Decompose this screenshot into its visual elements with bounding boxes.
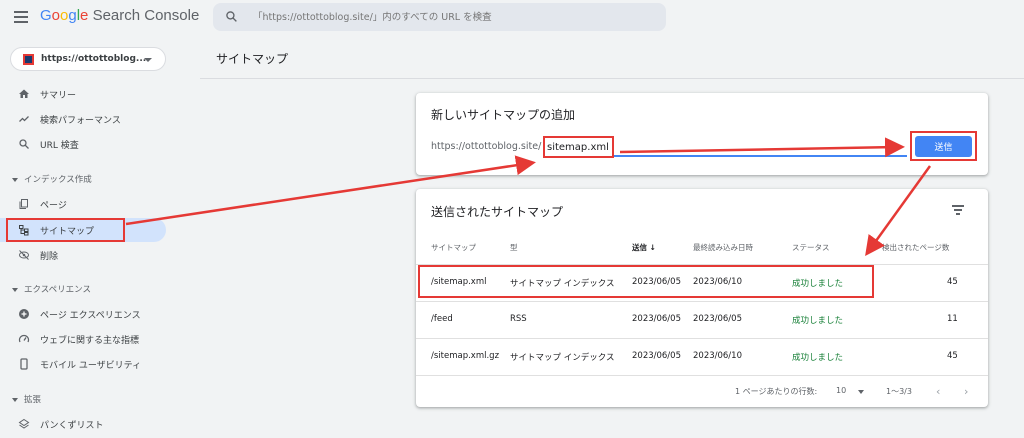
chevron-down-icon <box>858 390 864 394</box>
column-header-label: 送信 <box>632 243 647 252</box>
cell-submitted: 2023/06/05 <box>632 351 681 361</box>
sidebar-item-label: 削除 <box>40 252 59 262</box>
home-icon <box>19 89 29 98</box>
search-icon <box>19 139 29 149</box>
table-row[interactable]: /feed RSS 2023/06/05 2023/06/05 成功しました 1… <box>416 301 988 338</box>
rows-per-page-label: 1 ページあたりの行数: <box>735 387 818 396</box>
cell-pages: 45 <box>947 351 958 361</box>
arrow-down-icon: ↓ <box>649 243 656 252</box>
sidebar-item-pages[interactable]: ページ <box>0 192 166 216</box>
table-pagination: 1 ページあたりの行数: 10 1～3/3 ‹ › <box>416 375 988 403</box>
sidebar-item-performance[interactable]: 検索パフォーマンス <box>0 107 166 131</box>
cell-sitemap: /sitemap.xml.gz <box>431 351 500 361</box>
section-label: 拡張 <box>24 395 42 405</box>
sidebar-item-core-web-vitals[interactable]: ウェブに関する主な指標 <box>0 327 166 351</box>
cell-pages: 11 <box>947 314 958 324</box>
sidebar-item-label: サマリー <box>40 91 77 101</box>
search-input[interactable] <box>253 7 653 27</box>
add-sitemap-card: 新しいサイトマップの追加 https://ottottoblog.site/ 送… <box>416 93 988 175</box>
column-header-last-read[interactable]: 最終読み込み日時 <box>693 242 753 253</box>
column-header-submitted[interactable]: 送信 ↓ <box>632 242 656 253</box>
sidebar-item-breadcrumbs[interactable]: パンくずリスト <box>0 412 166 436</box>
property-url: https://ottottoblog.... <box>41 54 150 64</box>
sidebar-item-page-experience[interactable]: ページ エクスペリエンス <box>0 302 166 326</box>
rows-per-page-select[interactable]: 10 <box>836 386 846 395</box>
sidebar-item-label: ページ エクスペリエンス <box>40 311 141 321</box>
sidebar-item-removals[interactable]: 削除 <box>0 243 166 267</box>
page-range: 1～3/3 <box>886 387 912 396</box>
next-page-icon[interactable]: › <box>964 385 968 398</box>
top-bar: Google Search Console <box>0 0 1024 34</box>
sidebar-item-mobile-usability[interactable]: モバイル ユーザビリティ <box>0 352 166 376</box>
cell-type: RSS <box>510 314 527 324</box>
property-selector[interactable]: https://ottottoblog.... <box>10 47 166 71</box>
app-name: Search Console <box>92 7 200 24</box>
cell-submitted: 2023/06/05 <box>632 314 681 324</box>
column-header-status[interactable]: ステータス <box>792 242 830 253</box>
speed-icon <box>18 334 30 343</box>
chevron-down-icon <box>12 177 18 182</box>
add-circle-icon <box>19 309 29 319</box>
page-title: サイトマップ <box>216 52 289 66</box>
sidebar-item-label: パンくずリスト <box>40 421 104 431</box>
mobile-icon <box>20 358 28 370</box>
chevron-down-icon <box>144 58 152 62</box>
cell-status: 成功しました <box>792 353 844 363</box>
section-index-toggle[interactable]: インデックス作成 <box>12 173 92 185</box>
cell-type: サイトマップ インデックス <box>510 353 615 363</box>
section-experience-toggle[interactable]: エクスペリエンス <box>12 283 91 295</box>
cell-last-read: 2023/06/10 <box>693 351 742 361</box>
header-divider <box>200 78 1024 79</box>
sidebar-item-summary[interactable]: サマリー <box>0 82 166 106</box>
sidebar-sitemap-annotation-box <box>6 218 125 242</box>
filter-icon[interactable] <box>952 205 964 215</box>
column-header-sitemap[interactable]: サイトマップ <box>431 242 476 253</box>
submitted-sitemaps-card: 送信されたサイトマップ サイトマップ 型 送信 ↓ 最終読み込み日時 ステータス… <box>416 189 988 407</box>
search-icon <box>226 11 237 22</box>
row-annotation-box <box>418 265 874 298</box>
pages-icon <box>19 199 28 209</box>
sitemap-url-prefix: https://ottottoblog.site/ <box>431 141 542 152</box>
sidebar-item-label: ウェブに関する主な指標 <box>40 336 140 346</box>
section-enhancements-toggle[interactable]: 拡張 <box>12 393 41 405</box>
site-favicon-icon <box>23 54 34 65</box>
cell-status: 成功しました <box>792 316 844 326</box>
app-logo[interactable]: Google Search Console <box>40 7 199 24</box>
cell-last-read: 2023/06/05 <box>693 314 742 324</box>
trending-up-icon <box>19 116 29 122</box>
cell-pages: 45 <box>947 277 958 287</box>
sidebar-item-url-inspection[interactable]: URL 検査 <box>0 132 166 156</box>
chevron-down-icon <box>12 287 18 292</box>
section-label: インデックス作成 <box>24 175 92 185</box>
sidebar-item-label: 検索パフォーマンス <box>40 116 121 126</box>
column-header-discovered-pages[interactable]: 検出されたページ数 <box>882 242 949 253</box>
url-inspection-search[interactable] <box>213 3 666 31</box>
table-row[interactable]: /sitemap.xml.gz サイトマップ インデックス 2023/06/05… <box>416 338 988 375</box>
menu-icon[interactable] <box>14 11 28 23</box>
sitemap-input-annotation-box <box>543 136 614 158</box>
submitted-sitemaps-title: 送信されたサイトマップ <box>431 205 564 219</box>
sidebar-item-label: URL 検査 <box>40 141 79 151</box>
cell-sitemap: /feed <box>431 314 453 324</box>
chevron-down-icon <box>12 397 18 402</box>
sitemap-url-input[interactable] <box>547 140 611 154</box>
previous-page-icon[interactable]: ‹ <box>936 385 940 398</box>
sidebar-item-label: ページ <box>40 201 67 211</box>
section-label: エクスペリエンス <box>24 285 91 295</box>
add-sitemap-title: 新しいサイトマップの追加 <box>431 108 576 122</box>
visibility-off-icon <box>19 250 29 260</box>
layers-icon <box>18 418 30 429</box>
submit-button[interactable]: 送信 <box>915 136 972 157</box>
column-header-type[interactable]: 型 <box>510 242 518 253</box>
sidebar-item-label: モバイル ユーザビリティ <box>40 361 142 371</box>
